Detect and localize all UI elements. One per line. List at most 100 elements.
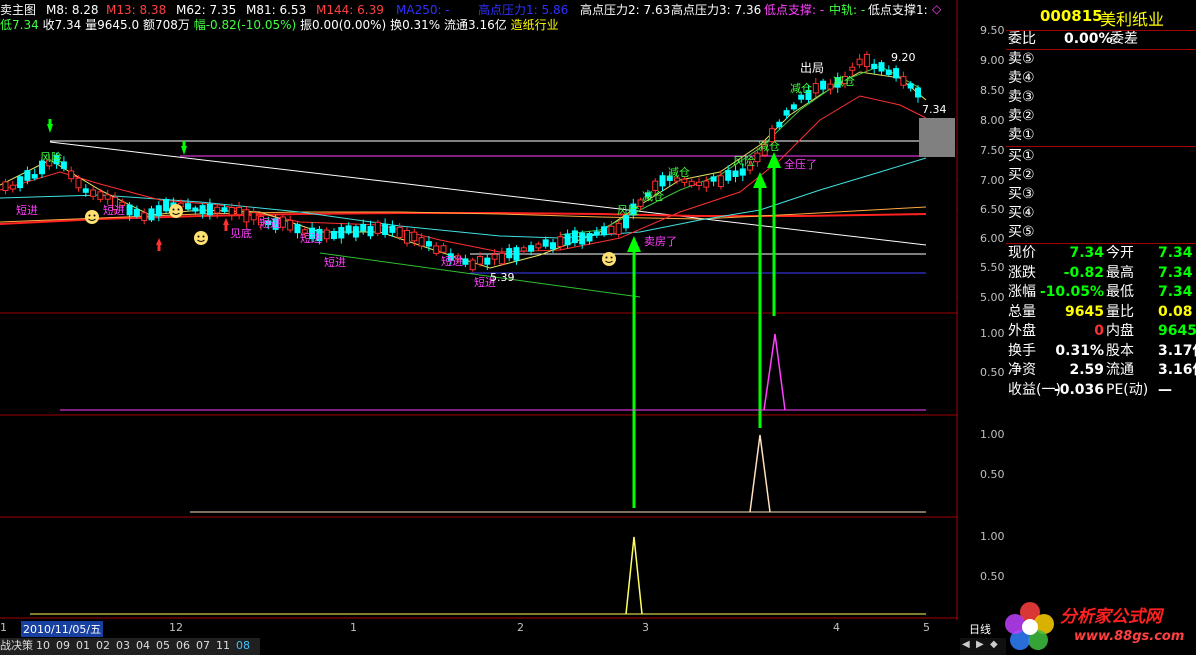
candle-body xyxy=(506,248,513,259)
indicator-name[interactable]: 卖主图 xyxy=(0,3,36,17)
price-axis-label: 5.00 xyxy=(980,291,1005,304)
quote-value: 0.31% xyxy=(1055,342,1104,359)
candle-body xyxy=(579,232,586,245)
pressure3-label: 高点压力3: 7.36 xyxy=(671,3,762,17)
kline-chart[interactable]: 风险 短进 短进 见底 短进 短进 短进 短进 短进 5.39 风险 卖房了 减… xyxy=(0,0,962,655)
sell-level-label: 卖① xyxy=(1008,127,1035,143)
quote-value: 0.08 xyxy=(1158,303,1193,320)
candle-body xyxy=(104,194,111,200)
price-axis-label: 5.50 xyxy=(980,261,1005,274)
sell-level-label: 卖② xyxy=(1008,108,1035,124)
buy-level-row: 买① xyxy=(1006,147,1196,166)
candle-body xyxy=(75,177,82,189)
formula-tab[interactable]: 08 xyxy=(236,638,250,654)
time-axis-cursor-date: 2010/11/05/五 xyxy=(21,621,104,637)
candle-body xyxy=(571,230,578,244)
candle-body xyxy=(615,222,622,235)
formula-tab[interactable]: 06 xyxy=(176,638,190,654)
candle-body xyxy=(550,242,556,250)
quote-value: 7.34 xyxy=(1158,284,1193,300)
zoom-icon[interactable]: ◆ xyxy=(990,639,998,650)
amount-text: 额708万 xyxy=(142,18,190,32)
formula-tab[interactable]: 战决策 xyxy=(0,638,33,654)
candle-body xyxy=(703,180,710,188)
candle-body xyxy=(557,236,564,247)
scroll-right-icon[interactable]: ▶ xyxy=(976,639,984,650)
last-value-label: 7.34 xyxy=(922,103,947,116)
sell-level-row: 卖① xyxy=(1006,126,1196,145)
candle-body xyxy=(688,180,695,186)
buy-level-row: 买④ xyxy=(1006,204,1196,223)
candle-body xyxy=(17,176,24,189)
quote-label: 总量 xyxy=(1008,303,1036,320)
quote-row: 涨幅 -10.05% 最低 7.34 xyxy=(1006,283,1196,302)
candle-body xyxy=(352,226,359,238)
candle-body xyxy=(236,206,243,216)
candle-body xyxy=(163,198,170,212)
candle-body xyxy=(535,243,542,249)
quote-value: 3.17亿 xyxy=(1158,342,1196,359)
formula-tab[interactable]: 09 xyxy=(56,638,70,654)
candle-body xyxy=(710,176,717,182)
candle-body xyxy=(60,161,67,169)
candle-body xyxy=(126,204,133,216)
candle-body xyxy=(396,226,403,238)
candle-body xyxy=(411,231,418,242)
candle-body xyxy=(185,203,191,210)
quote-label: 涨幅 xyxy=(1008,284,1036,300)
candle-body xyxy=(199,205,206,214)
scroll-left-icon[interactable]: ◀ xyxy=(962,639,970,650)
formula-tab[interactable]: 07 xyxy=(196,638,210,654)
sell-level-row: 卖② xyxy=(1006,107,1196,126)
time-axis-label: 5 xyxy=(923,621,930,634)
candle-body xyxy=(790,104,797,110)
candle-body xyxy=(725,170,732,181)
candle-body xyxy=(338,227,345,239)
quote-value: 7.34 xyxy=(1158,245,1193,261)
support-low1-label: 低点支撑1: xyxy=(868,3,928,17)
chart-area[interactable]: 风险 短进 短进 见底 短进 短进 短进 短进 短进 5.39 风险 卖房了 减… xyxy=(0,0,962,655)
time-axis-label: 12 xyxy=(169,621,183,634)
signal-label: 短进 xyxy=(300,231,322,245)
diamond-icon[interactable]: ◇ xyxy=(932,2,941,16)
quote-value: 3.16亿 xyxy=(1158,362,1196,378)
candle-body xyxy=(148,208,155,221)
quote-label: 现价 xyxy=(1008,245,1036,261)
smiley-icon xyxy=(602,252,616,266)
formula-tab[interactable]: 01 xyxy=(76,638,90,654)
sub3-axis-label: 1.00 xyxy=(980,530,1005,543)
quote-label: 换手 xyxy=(1008,342,1036,359)
buy-level-row: 买⑤ xyxy=(1006,223,1196,242)
high-value-label: 9.20 xyxy=(891,51,916,64)
candle-body xyxy=(491,254,498,260)
formula-tab[interactable]: 11 xyxy=(216,638,230,654)
formula-tab[interactable]: 03 xyxy=(116,638,130,654)
candle-body xyxy=(900,76,907,86)
sell-level-row: 卖③ xyxy=(1006,88,1196,107)
quote-row: 收益(一) -0.036 PE(动) — xyxy=(1006,381,1196,400)
signal-label: 减仓 xyxy=(833,74,855,88)
candle-body xyxy=(418,237,425,247)
pressure1-label: 高点压力1: 5.86 xyxy=(478,3,569,17)
formula-tab[interactable]: 10 xyxy=(36,638,50,654)
price-axis-label: 7.00 xyxy=(980,174,1005,187)
weibi-value: 0.00% xyxy=(1064,31,1113,47)
candle-body xyxy=(798,94,805,100)
pressure2-label: 高点压力2: 7.63 xyxy=(580,3,671,17)
candle-body xyxy=(360,223,367,232)
candle-body xyxy=(564,233,571,246)
candle-body xyxy=(623,215,629,229)
quote-row: 净资 2.59流通 3.16亿 xyxy=(1006,361,1196,380)
candle-body xyxy=(907,83,914,89)
formula-tab[interactable]: 02 xyxy=(96,638,110,654)
formula-tab[interactable]: 04 xyxy=(136,638,150,654)
smiley-icon xyxy=(85,210,99,224)
smiley-icon xyxy=(169,204,183,218)
period-label[interactable]: 日线 xyxy=(969,621,991,637)
candle-body xyxy=(915,87,921,98)
stock-name[interactable]: 美利纸业 xyxy=(1100,6,1164,30)
quote-label: 流通 xyxy=(1106,362,1134,378)
formula-tab[interactable]: 05 xyxy=(156,638,170,654)
industry-text[interactable]: 造纸行业 xyxy=(511,18,559,32)
quote-row: 换手 0.31%股本 3.17亿 xyxy=(1006,342,1196,361)
